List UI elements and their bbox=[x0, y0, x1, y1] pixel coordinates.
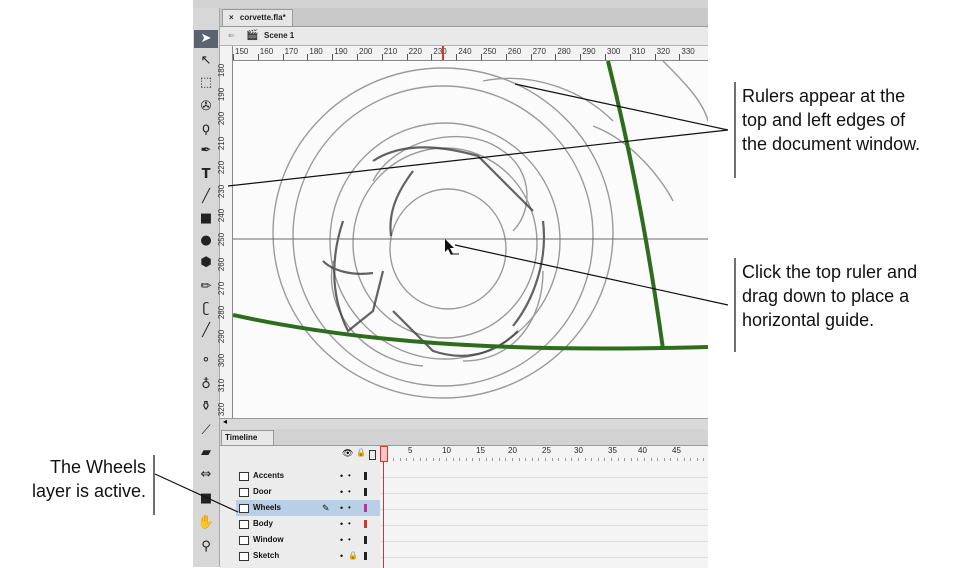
callout-wheels-layer: The Wheels layer is active. bbox=[31, 457, 146, 501]
callout-guide: Click the top ruler and drag down to pla… bbox=[742, 262, 918, 330]
callout-rulers: Rulers appear at the top and left edges … bbox=[742, 86, 921, 154]
